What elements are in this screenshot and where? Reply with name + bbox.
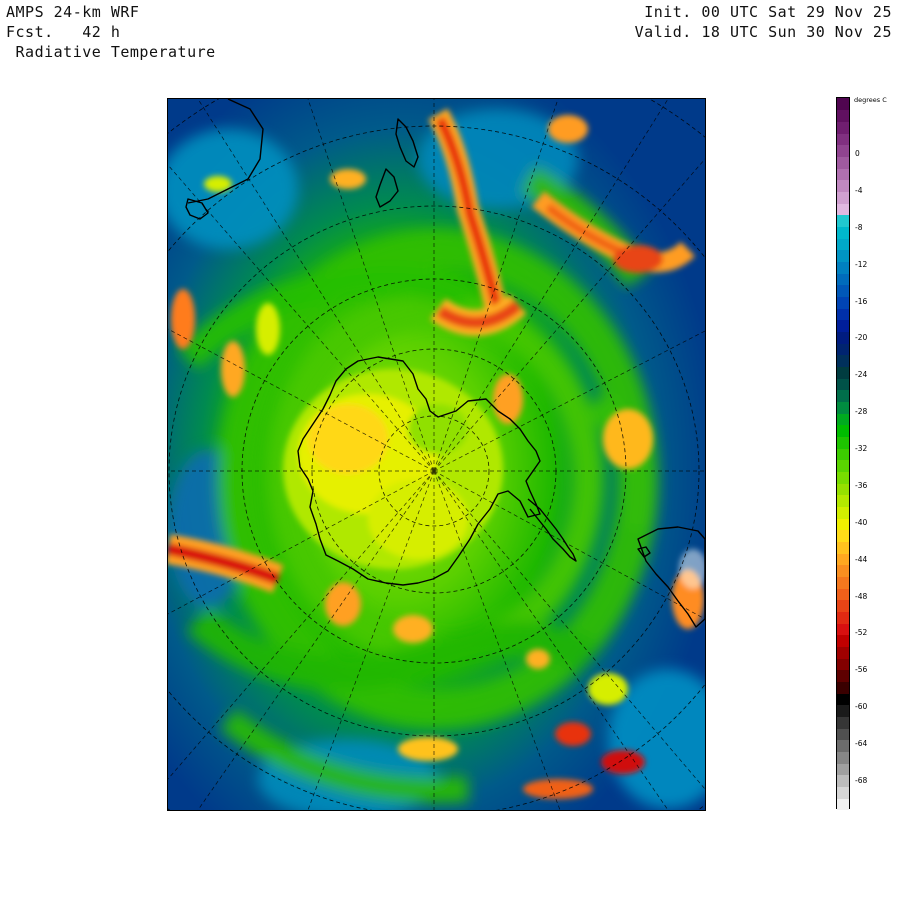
colorbar-swatch — [837, 483, 849, 496]
colorbar-swatch — [837, 261, 849, 274]
colorbar-swatch — [837, 494, 849, 508]
colorbar-unit: degrees C — [854, 96, 887, 104]
colorbar-tick-label: -12 — [855, 259, 868, 269]
colorbar-swatch — [837, 168, 849, 181]
colorbar-swatch — [837, 284, 849, 297]
colorbar-tick-label: -24 — [855, 370, 868, 380]
colorbar-tick-label: -36 — [855, 480, 868, 490]
forecast-label: Fcst. — [6, 23, 54, 41]
colorbar-tick-label: -28 — [855, 407, 868, 417]
colorbar-swatch — [837, 98, 849, 111]
colorbar-swatch — [837, 121, 849, 134]
radiative-temperature-map — [167, 98, 706, 811]
colorbar-swatch — [837, 319, 849, 332]
colorbar-swatch — [837, 389, 849, 402]
field-title: Radiative Temperature — [15, 43, 216, 61]
colorbar-swatch — [837, 588, 849, 601]
colorbar-swatch — [837, 471, 849, 484]
colorbar-swatch — [837, 611, 849, 624]
colorbar-tick-label: -16 — [855, 296, 868, 306]
colorbar-swatch — [837, 413, 849, 426]
header-right: Init. 00 UTC Sat 29 Nov 25 Valid. 18 UTC… — [635, 2, 892, 42]
colorbar-swatch — [837, 786, 849, 799]
colorbar-tick-label: -20 — [855, 333, 868, 343]
colorbar-swatch — [837, 424, 849, 437]
colorbar-swatch — [837, 751, 849, 764]
colorbar-swatch — [837, 693, 849, 706]
colorbar-swatch — [837, 144, 849, 157]
colorbar-swatch — [837, 774, 849, 788]
colorbar-swatch — [837, 599, 849, 613]
forecast-hours: 42 h — [82, 23, 121, 41]
colorbar-swatch — [837, 798, 849, 811]
colorbar-tick-label: -8 — [855, 222, 863, 232]
colorbar-swatch — [837, 109, 849, 122]
colorbar-tick-label: -64 — [855, 739, 868, 749]
colorbar-swatch — [837, 704, 849, 718]
colorbar-swatch — [837, 366, 849, 379]
colorbar-swatch — [837, 273, 849, 286]
colorbar-swatch — [837, 308, 849, 321]
colorbar-swatch — [837, 669, 849, 683]
colorbar-swatch — [837, 658, 849, 671]
colorbar-swatch — [837, 343, 849, 356]
colorbar-swatch — [837, 401, 849, 414]
colorbar-tick-label: -68 — [855, 776, 868, 785]
colorbar-tick-label: -4 — [855, 185, 863, 195]
valid-time: Valid. 18 UTC Sun 30 Nov 25 — [634, 23, 892, 41]
colorbar-swatch — [837, 459, 849, 472]
colorbar-tick-label: -44 — [855, 554, 868, 564]
colorbar-swatch — [837, 214, 849, 227]
colorbar-tick-label: -40 — [855, 517, 868, 527]
init-time: Init. 00 UTC Sat 29 Nov 25 — [644, 3, 892, 21]
colorbar-swatch — [837, 681, 849, 694]
colorbar-swatch — [837, 203, 849, 216]
colorbar-swatch — [837, 716, 849, 729]
colorbar-swatch — [837, 378, 849, 391]
colorbar-swatch — [837, 238, 849, 251]
colorbar-swatch — [837, 728, 849, 741]
colorbar-tick-label: -52 — [855, 628, 868, 638]
colorbar-swatch — [837, 156, 849, 169]
colorbar-swatch — [837, 133, 849, 146]
colorbar-swatch — [837, 179, 849, 192]
colorbar-swatch — [837, 634, 849, 648]
colorbar — [836, 97, 850, 811]
colorbar-swatch — [837, 576, 849, 589]
colorbar-swatch — [837, 518, 849, 531]
colorbar-swatch — [837, 541, 849, 554]
header-left: AMPS 24-km WRF Fcst. 42 h Radiative Temp… — [6, 2, 216, 62]
colorbar-swatch — [837, 763, 849, 776]
colorbar-swatch — [837, 564, 849, 578]
colorbar-swatch — [837, 553, 849, 566]
colorbar-swatch — [837, 739, 849, 753]
colorbar-tick-label: -60 — [855, 702, 868, 712]
model-title: AMPS 24-km WRF — [6, 3, 140, 21]
colorbar-swatch — [837, 623, 849, 636]
colorbar-tick-label: 0 — [855, 149, 860, 158]
colorbar-tick-label: -56 — [855, 665, 868, 675]
colorbar-swatch — [837, 529, 849, 543]
colorbar-swatch — [837, 506, 849, 519]
colorbar-swatch — [837, 191, 849, 204]
colorbar-swatch — [837, 646, 849, 659]
colorbar-swatch — [837, 448, 849, 461]
colorbar-swatch — [837, 436, 849, 449]
colorbar-swatch — [837, 249, 849, 262]
colorbar-tick-label: -32 — [855, 444, 868, 454]
colorbar-swatch — [837, 354, 849, 367]
colorbar-swatch — [837, 296, 849, 309]
colorbar-swatch — [837, 331, 849, 344]
colorbar-tick-label: -48 — [855, 591, 868, 601]
colorbar-swatch — [837, 226, 849, 239]
